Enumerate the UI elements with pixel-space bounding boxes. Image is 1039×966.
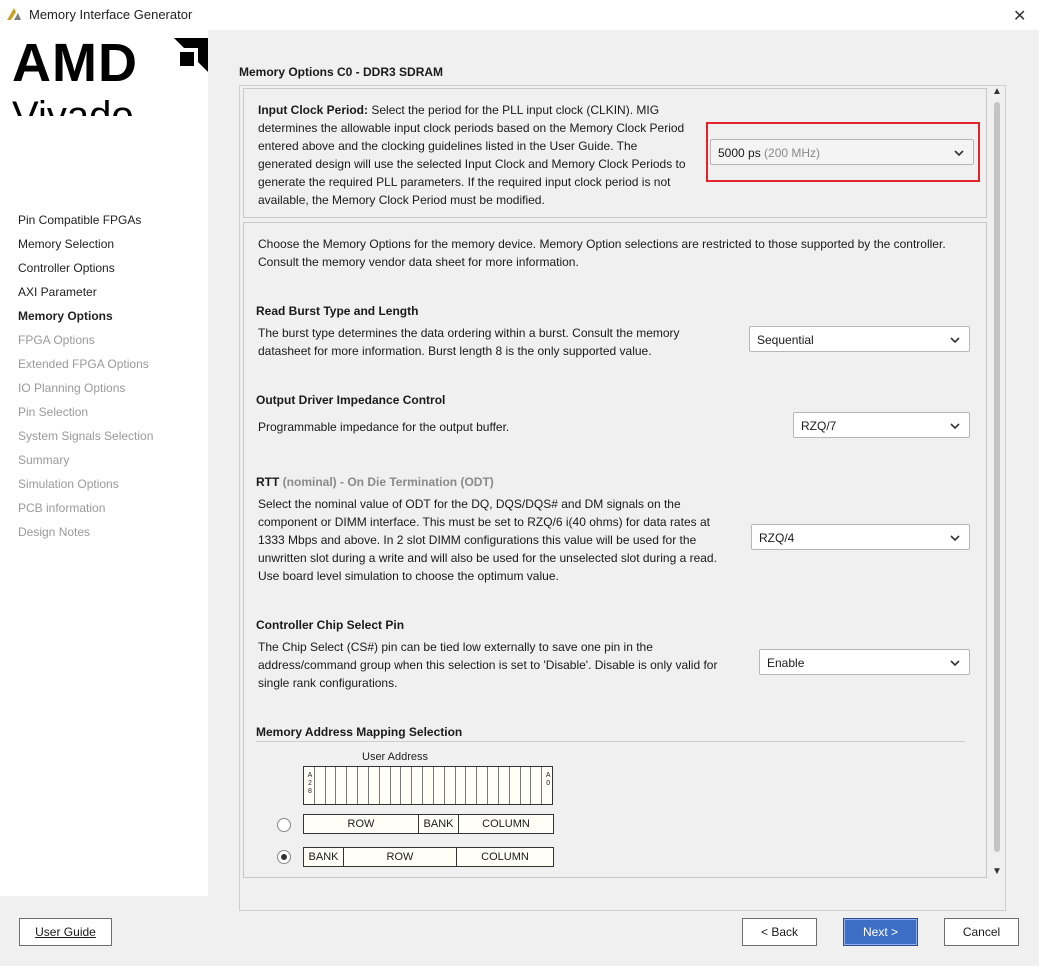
scroll-down-icon[interactable]: ▼ (989, 866, 1005, 880)
amd-arrow-icon (174, 38, 208, 72)
scrollbar-thumb[interactable] (994, 102, 1000, 852)
mapping-section-title: Memory Address Mapping Selection (256, 725, 463, 739)
user-address-label: User Address (362, 751, 429, 763)
column-segment: COLUMN (481, 851, 529, 863)
chevron-down-icon (950, 423, 960, 430)
address-bit-cell: A 2 8 (304, 767, 315, 804)
odi-description: Programmable impedance for the output bu… (258, 420, 510, 434)
chevron-down-icon (950, 660, 960, 667)
address-bit-cell (531, 767, 543, 804)
lsb-label: A 0 (545, 772, 551, 787)
chevron-down-icon (950, 535, 960, 542)
output-driver-impedance-select[interactable]: RZQ/7 (793, 412, 970, 438)
address-bit-cell (423, 767, 434, 804)
rtt-nominal-select[interactable]: RZQ/4 (751, 524, 970, 550)
mapping-row-bank-column: ROW BANK COLUMN (303, 814, 554, 834)
row-segment: ROW (344, 848, 457, 866)
wizard-step: PCB information (18, 501, 106, 515)
page-title: Memory Options C0 - DDR3 SDRAM (239, 65, 444, 79)
mapping-option-bank-row-column-radio[interactable] (277, 850, 291, 864)
burst-section-title: Read Burst Type and Length (256, 304, 419, 318)
address-bit-cell (510, 767, 521, 804)
wizard-step[interactable]: AXI Parameter (18, 284, 153, 308)
column-segment: COLUMN (482, 818, 530, 830)
input-clock-description: Input Clock Period: Select the period fo… (258, 103, 686, 207)
address-bit-cell (499, 767, 510, 804)
address-bit-cell (401, 767, 413, 804)
chip-select-pin-select[interactable]: Enable (759, 649, 970, 675)
wizard-step[interactable]: Memory Selection (18, 236, 153, 260)
row-segment: ROW (304, 815, 419, 833)
rtt-description: Select the nominal value of ODT for the … (258, 497, 717, 583)
vivado-app-icon (7, 8, 21, 20)
logo-product: Vivado (12, 94, 134, 116)
address-bit-cell (369, 767, 380, 804)
wizard-step[interactable]: Memory Options (18, 308, 153, 332)
wizard-steps-list: Pin Compatible FPGAs Memory Selection Cont… (18, 212, 153, 548)
mapping-option-row-bank-column-radio[interactable] (277, 818, 291, 832)
address-bit-cell (521, 767, 532, 804)
cancel-button[interactable]: Cancel (944, 918, 1019, 946)
wizard-step: System Signals Selection (18, 429, 154, 443)
cs-description: The Chip Select (CS#) pin can be tied lo… (258, 640, 718, 690)
vertical-scrollbar[interactable]: ▲ ▼ (989, 86, 1005, 880)
wizard-step: Extended FPGA Options (18, 357, 149, 371)
rtt-section-title: RTT (nominal) - On Die Termination (ODT) (256, 475, 494, 489)
options-intro-text: Choose the Memory Options for the memory… (258, 237, 946, 269)
address-bit-cell (347, 767, 359, 804)
odi-section-title: Output Driver Impedance Control (256, 393, 446, 407)
address-bit-cell (336, 767, 348, 804)
wizard-step[interactable]: Pin Compatible FPGAs (18, 212, 153, 236)
user-address-bits: A 2 8 A 0 (303, 766, 553, 805)
address-bit-cell (466, 767, 478, 804)
left-navigation-pane: AMD Vivado Pin Compatible FPGAs Memory Se… (0, 30, 208, 896)
input-clock-title: Input Clock Period: (258, 103, 369, 117)
bank-segment: BANK (304, 848, 344, 866)
wizard-step: Simulation Options (18, 477, 119, 491)
address-bit-cell (412, 767, 424, 804)
next-button[interactable]: Next > (843, 918, 918, 946)
burst-type-select[interactable]: Sequential (749, 326, 970, 352)
address-bit-cell (326, 767, 337, 804)
address-bit-cell (434, 767, 445, 804)
address-bit-cell (380, 767, 391, 804)
address-bit-cell (456, 767, 467, 804)
address-bit-cell: A 0 (542, 767, 552, 804)
address-bit-cell (391, 767, 402, 804)
logo-brand: AMD (12, 38, 138, 93)
wizard-step: IO Planning Options (18, 381, 126, 395)
address-bit-cell (488, 767, 499, 804)
amd-vivado-logo: AMD Vivado (10, 38, 210, 116)
wizard-step: FPGA Options (18, 333, 95, 347)
wizard-step: Summary (18, 453, 70, 467)
burst-description: The burst type determines the data order… (258, 326, 680, 358)
close-icon[interactable]: ✕ (1013, 6, 1029, 25)
highlight-box (706, 122, 980, 182)
wizard-step: Pin Selection (18, 405, 89, 419)
user-guide-button[interactable]: User Guide (19, 918, 112, 946)
address-bit-cell (477, 767, 489, 804)
wizard-step: Design Notes (18, 525, 91, 539)
chevron-down-icon (950, 337, 960, 344)
msb-label: A 2 8 (307, 772, 313, 795)
scroll-up-icon[interactable]: ▲ (989, 86, 1005, 100)
window-title: Memory Interface Generator (29, 7, 193, 22)
mapping-bank-row-column: BANK ROW COLUMN (303, 847, 554, 867)
back-button[interactable]: < Back (742, 918, 817, 946)
cs-section-title: Controller Chip Select Pin (256, 618, 405, 632)
title-bar: Memory Interface Generator ✕ (0, 0, 1039, 30)
bank-segment: BANK (419, 815, 459, 833)
mapping-divider (256, 741, 965, 742)
wizard-step[interactable]: Controller Options (18, 260, 153, 284)
address-bit-cell (445, 767, 456, 804)
address-bit-cell (315, 767, 326, 804)
address-bit-cell (358, 767, 369, 804)
